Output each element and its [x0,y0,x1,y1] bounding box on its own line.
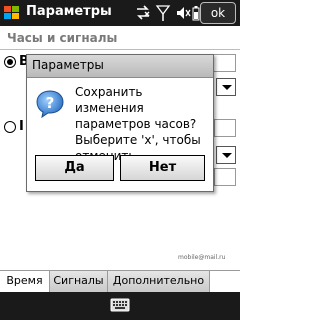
ok-button[interactable]: ok [200,2,236,24]
row2-label: I [19,119,24,134]
windows-logo-icon[interactable] [3,4,21,22]
time-field-2[interactable] [214,119,236,137]
yes-button[interactable]: Да [35,155,114,181]
soft-key-bar [0,292,240,320]
tab-alarms[interactable]: Сигналы [50,271,108,292]
question-icon: ? [36,90,64,119]
dropdown-2[interactable] [216,146,236,164]
confirm-dialog: Параметры ? Сохранить изменения параметр… [26,54,214,192]
svg-text:?: ? [46,94,55,112]
dialog-titlebar: Параметры [27,55,213,78]
watermark: mobile@mail.ru [178,254,226,261]
section-header: Часы и сигналы [0,27,240,50]
dialog-title: Параметры [32,58,104,72]
tab-advanced[interactable]: Дополнительно [108,271,210,292]
volume-icon[interactable] [175,3,191,23]
timezone-radio-2[interactable] [4,121,16,133]
timezone-radio-1[interactable] [4,56,16,68]
battery-icon[interactable] [192,3,200,23]
keyboard-icon[interactable] [110,298,130,312]
dialog-message: Сохранить изменения параметров часов? Вы… [75,85,201,163]
section-title: Часы и сигналы [7,31,118,45]
connectivity-icon[interactable] [134,3,152,23]
no-button[interactable]: Нет [120,155,205,181]
dropdown-1[interactable] [216,78,236,96]
tab-bar: Время Сигналы Дополнительно [0,270,240,293]
title-bar: Параметры ok [0,0,240,26]
window-title: Параметры [26,4,112,19]
time-field-3[interactable] [214,168,236,186]
signal-icon[interactable] [155,3,171,23]
tab-time[interactable]: Время [0,271,50,292]
